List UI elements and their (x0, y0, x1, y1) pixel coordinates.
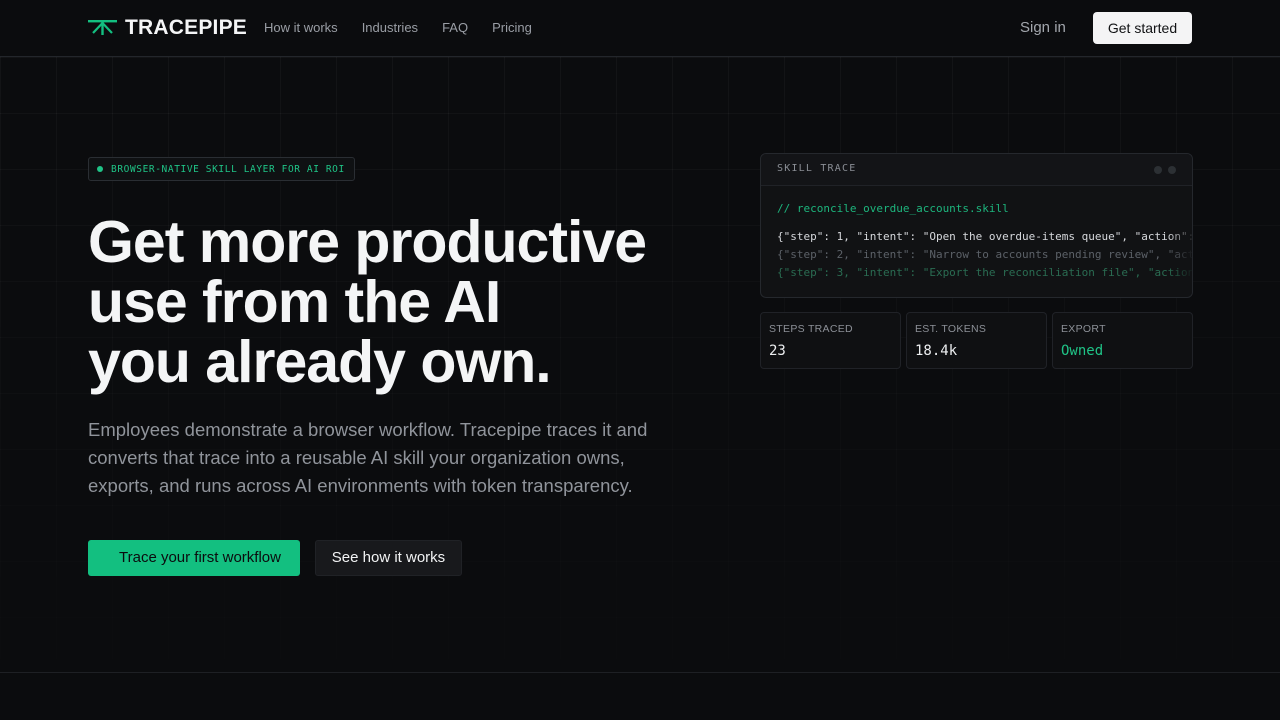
code-fade-overlay (1168, 186, 1192, 297)
eyebrow-text: BROWSER-NATIVE SKILL LAYER FOR AI ROI (111, 163, 345, 175)
stat-label: STEPS TRACED (769, 323, 853, 335)
stat-steps-traced: STEPS TRACED 23 (760, 312, 901, 369)
headline-line-2: use from the AI (88, 269, 501, 335)
code-line-step-1: {"step": 1, "intent": "Open the overdue-… (777, 230, 1193, 243)
skill-trace-card: SKILL TRACE // reconcile_overdue_account… (760, 153, 1193, 298)
headline-line-1: Get more productive (88, 209, 647, 275)
stat-est-tokens: EST. TOKENS 18.4k (906, 312, 1047, 369)
code-line-step-3: {"step": 3, "intent": "Export the reconc… (777, 266, 1193, 279)
trace-card-header: SKILL TRACE (761, 154, 1192, 186)
code-comment: // reconcile_overdue_accounts.skill (777, 202, 1009, 215)
trace-card-title: SKILL TRACE (777, 163, 857, 174)
nav-link-faq[interactable]: FAQ (442, 19, 468, 37)
sign-in-link[interactable]: Sign in (1020, 18, 1066, 38)
nav-link-pricing[interactable]: Pricing (492, 19, 532, 37)
eyebrow-badge: BROWSER-NATIVE SKILL LAYER FOR AI ROI (88, 157, 355, 181)
headline-line-3: you already own. (88, 329, 552, 395)
brand-logo[interactable]: TRACEPIPE (88, 16, 247, 40)
status-dot-icon (97, 166, 103, 172)
window-dot-icon (1168, 166, 1176, 174)
hero-headline: Get more productive use from the AI you … (88, 212, 728, 392)
window-dots (1154, 166, 1176, 174)
stat-label: EST. TOKENS (915, 323, 987, 335)
get-started-button[interactable]: Get started (1093, 12, 1192, 44)
tracepipe-logo-icon (88, 20, 117, 35)
stat-value: Owned (1061, 343, 1104, 359)
nav-link-how-it-works[interactable]: How it works (264, 19, 338, 37)
window-dot-icon (1154, 166, 1162, 174)
site-header: TRACEPIPE How it works Industries FAQ Pr… (0, 0, 1280, 57)
stat-export: EXPORT Owned (1052, 312, 1193, 369)
section-divider (0, 672, 1280, 673)
stat-value: 18.4k (915, 343, 958, 359)
brand-name: TRACEPIPE (125, 16, 247, 39)
stat-value: 23 (769, 343, 786, 359)
nav-link-industries[interactable]: Industries (362, 19, 418, 37)
stat-label: EXPORT (1061, 323, 1106, 335)
code-line-step-2: {"step": 2, "intent": "Narrow to account… (777, 248, 1193, 261)
main-nav: How it works Industries FAQ Pricing (264, 19, 532, 37)
trace-first-workflow-button[interactable]: Trace your first workflow (88, 540, 300, 576)
trace-code: // reconcile_overdue_accounts.skill {"st… (777, 202, 1193, 282)
see-how-it-works-button[interactable]: See how it works (315, 540, 462, 576)
hero-subtitle: Employees demonstrate a browser workflow… (88, 419, 648, 496)
